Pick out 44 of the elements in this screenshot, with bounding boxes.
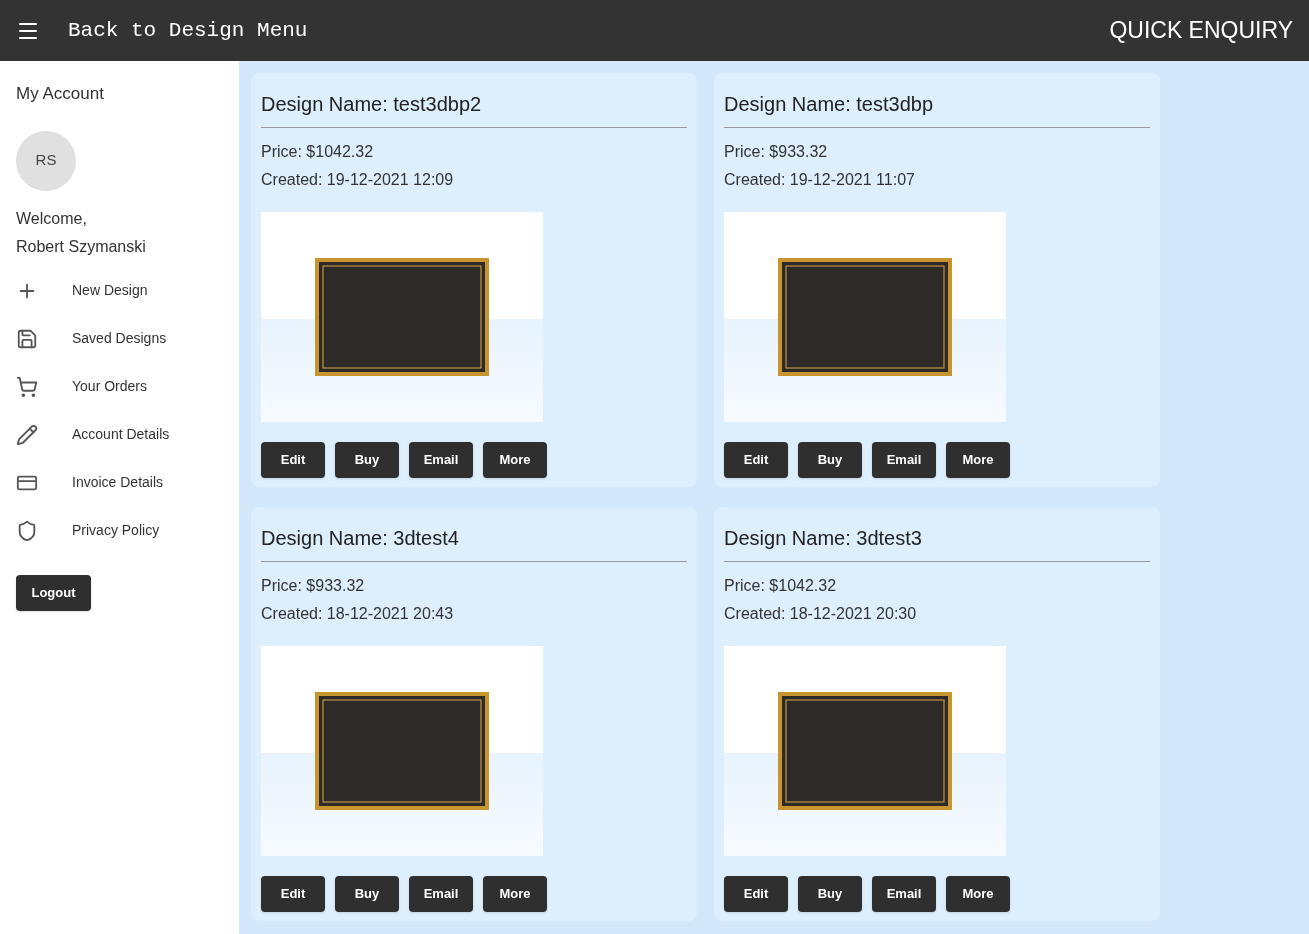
design-created-date: Created: 19-12-2021 12:09 (261, 170, 455, 190)
card-action-button[interactable]: Email (409, 876, 473, 912)
logout-button[interactable]: Logout (16, 574, 91, 611)
welcome-text: Welcome, (16, 208, 88, 229)
user-name: Robert Szymanski (16, 236, 147, 257)
design-name: Design Name: 3dtest4 (261, 523, 687, 562)
design-price: Price: $1042.32 (261, 142, 375, 162)
user-avatar: RS (16, 130, 76, 191)
sidebar-menu-item[interactable]: New Design (16, 266, 223, 315)
design-price: Price: $933.32 (261, 576, 366, 596)
sidebar-menu-item[interactable]: Account Details (16, 410, 223, 459)
card-action-button[interactable]: Edit (724, 442, 788, 478)
design-price: Price: $933.32 (724, 142, 829, 162)
back-to-menu-link[interactable]: Back to Design Menu (68, 14, 308, 47)
sidebar-heading: My Account (16, 83, 105, 105)
design-price: Price: $1042.32 (724, 576, 838, 596)
card-action-button[interactable]: More (483, 442, 547, 478)
card-action-button[interactable]: Buy (335, 876, 399, 912)
card-action-button[interactable]: Edit (724, 876, 788, 912)
card-action-button[interactable]: More (483, 876, 547, 912)
sidebar-menu-item[interactable]: Privacy Policy (16, 506, 223, 555)
card-action-button[interactable]: Email (872, 876, 936, 912)
card-action-button[interactable]: Email (872, 442, 936, 478)
sidebar-menu-item[interactable]: Saved Designs (16, 314, 223, 363)
quick-enquiry-link[interactable]: QUICK ENQUIRY (1109, 13, 1293, 48)
design-name: Design Name: test3dbp2 (261, 89, 687, 128)
sidebar-menu-item[interactable]: Your Orders (16, 362, 223, 411)
card-action-button[interactable]: Buy (798, 442, 862, 478)
shield-icon (16, 519, 38, 542)
design-created-date: Created: 19-12-2021 11:07 (724, 170, 916, 190)
card-action-button[interactable]: Buy (335, 442, 399, 478)
card-action-button[interactable]: Buy (798, 876, 862, 912)
card-action-button[interactable]: More (946, 876, 1010, 912)
cart-icon (16, 375, 38, 398)
pencil-icon (16, 423, 38, 446)
design-name: Design Name: 3dtest3 (724, 523, 1150, 562)
design-name: Design Name: test3dbp (724, 89, 1150, 128)
design-created-date: Created: 18-12-2021 20:43 (261, 604, 455, 624)
card-action-button[interactable]: Edit (261, 876, 325, 912)
card-action-button[interactable]: Email (409, 442, 473, 478)
sidebar-menu-item[interactable]: Invoice Details (16, 458, 223, 507)
card-action-button[interactable]: More (946, 442, 1010, 478)
card-action-button[interactable]: Edit (261, 442, 325, 478)
design-created-date: Created: 18-12-2021 20:30 (724, 604, 918, 624)
